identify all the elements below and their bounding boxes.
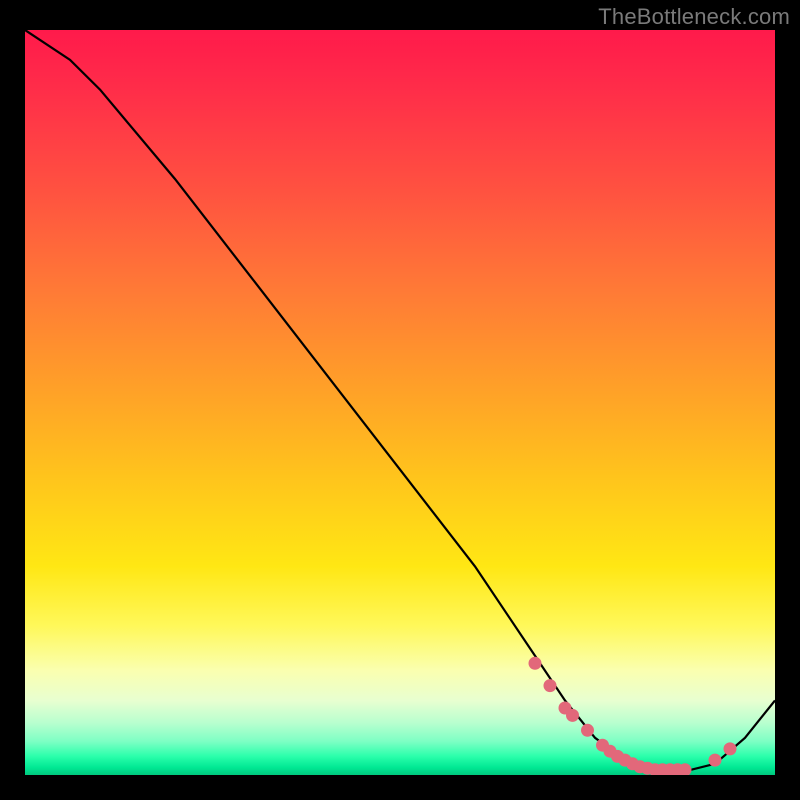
main-curve [25,30,775,771]
chart-frame: TheBottleneck.com [0,0,800,800]
marker-group [529,657,737,775]
highlight-marker [724,742,737,755]
highlight-marker [529,657,542,670]
highlight-marker [544,679,557,692]
highlight-marker [566,709,579,722]
highlight-marker [581,724,594,737]
watermark-text: TheBottleneck.com [598,4,790,30]
plot-overlay [25,30,775,775]
highlight-marker [709,754,722,767]
